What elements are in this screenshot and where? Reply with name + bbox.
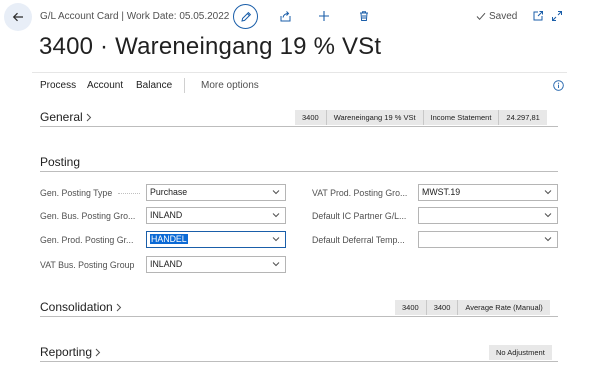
vat-bus-posting-group-select[interactable]: INLAND	[146, 256, 286, 273]
action-more-options[interactable]: More options	[201, 80, 259, 91]
chevron-down-icon	[272, 237, 280, 242]
new-button[interactable]	[317, 9, 331, 23]
section-posting-divider	[40, 171, 558, 172]
label-vat-prod-posting-group: VAT Prod. Posting Gro...	[312, 188, 408, 198]
delete-icon	[360, 11, 368, 21]
section-consolidation-header[interactable]: Consolidation	[40, 300, 122, 314]
action-process[interactable]: Process	[40, 80, 76, 91]
saved-status: Saved	[476, 11, 517, 22]
chip-no: 3400	[295, 110, 326, 125]
action-balance[interactable]: Balance	[136, 80, 172, 91]
pencil-icon	[240, 11, 251, 22]
section-general-divider	[40, 126, 558, 127]
chevron-down-icon	[544, 213, 552, 218]
default-deferral-template-select[interactable]	[418, 231, 558, 248]
section-general-header[interactable]: General	[40, 110, 92, 124]
section-general-title: General	[40, 110, 83, 124]
action-bar-divider	[32, 72, 567, 73]
chip-consol-debit-acc: 3400	[395, 300, 426, 315]
label-dots	[118, 193, 140, 194]
section-reporting-title: Reporting	[40, 345, 93, 359]
action-account[interactable]: Account	[87, 80, 123, 91]
action-separator	[184, 78, 185, 93]
saved-label: Saved	[489, 11, 518, 22]
chevron-right-icon	[116, 303, 121, 311]
section-reporting-header[interactable]: Reporting	[40, 345, 101, 359]
chevron-right-icon	[95, 348, 101, 356]
chip-consol-credit-acc: 3400	[425, 300, 458, 315]
section-posting-title: Posting	[40, 155, 81, 169]
section-posting-header[interactable]: Posting	[40, 155, 80, 169]
gen-prod-posting-group-select[interactable]: HANDEL	[146, 231, 286, 248]
label-gen-posting-type: Gen. Posting Type	[40, 188, 113, 198]
section-consolidation-title: Consolidation	[40, 300, 113, 314]
label-vat-bus-posting-group: VAT Bus. Posting Group	[40, 260, 135, 270]
vat-bus-posting-group-value: INLAND	[150, 259, 183, 269]
info-icon[interactable]	[553, 80, 564, 91]
back-button[interactable]	[4, 3, 32, 31]
chevron-down-icon	[272, 190, 280, 195]
section-reporting-divider	[40, 361, 558, 362]
consolidation-summary-chips: 3400 3400 Average Rate (Manual)	[395, 300, 550, 315]
share-button[interactable]	[278, 9, 292, 23]
checkmark-icon	[476, 12, 486, 21]
plus-icon	[319, 11, 329, 21]
gen-posting-type-value: Purchase	[150, 187, 188, 197]
chip-balance: 24.297,81	[498, 110, 547, 125]
chevron-right-icon	[86, 113, 91, 121]
chip-name: Wareneingang 19 % VSt	[325, 110, 423, 125]
delete-button[interactable]	[357, 9, 371, 23]
edit-button[interactable]	[233, 4, 258, 29]
vat-prod-posting-group-value: MWST.19	[422, 187, 461, 197]
chip-exchange-rate-adjustment: No Adjustment	[489, 345, 552, 360]
open-new-window-button[interactable]	[531, 9, 545, 23]
section-consolidation-divider	[40, 316, 558, 317]
expand-icon	[552, 11, 562, 21]
chip-income-balance: Income Statement	[422, 110, 499, 125]
reporting-summary-chips: No Adjustment	[489, 345, 552, 360]
gen-bus-posting-group-select[interactable]: INLAND	[146, 207, 286, 224]
chevron-down-icon	[272, 262, 280, 267]
page-title: 3400 · Wareneingang 19 % VSt	[39, 33, 382, 60]
page-caption: G/L Account Card | Work Date: 05.05.2022	[40, 11, 230, 22]
open-in-new-window-icon	[533, 11, 543, 21]
vat-prod-posting-group-select[interactable]: MWST.19	[418, 184, 558, 201]
chevron-down-icon	[544, 190, 552, 195]
label-gen-bus-posting-group: Gen. Bus. Posting Gro...	[40, 211, 136, 221]
chevron-down-icon	[272, 213, 280, 218]
gen-prod-posting-group-value[interactable]: HANDEL	[150, 234, 188, 244]
share-icon	[280, 10, 290, 21]
action-bar: Process Account Balance More options	[0, 72, 605, 100]
gen-bus-posting-group-value: INLAND	[150, 210, 183, 220]
chevron-down-icon	[544, 237, 552, 242]
back-arrow-icon	[12, 12, 23, 22]
default-ic-partner-gl-select[interactable]	[418, 207, 558, 224]
label-default-deferral-template: Default Deferral Temp...	[312, 235, 405, 245]
gen-posting-type-select[interactable]: Purchase	[146, 184, 286, 201]
expand-button[interactable]	[550, 9, 564, 23]
label-gen-prod-posting-group: Gen. Prod. Posting Gr...	[40, 235, 134, 245]
label-default-ic-partner-gl: Default IC Partner G/L...	[312, 211, 407, 221]
general-summary-chips: 3400 Wareneingang 19 % VSt Income Statem…	[295, 110, 547, 125]
chip-consol-translation-method: Average Rate (Manual)	[457, 300, 550, 315]
